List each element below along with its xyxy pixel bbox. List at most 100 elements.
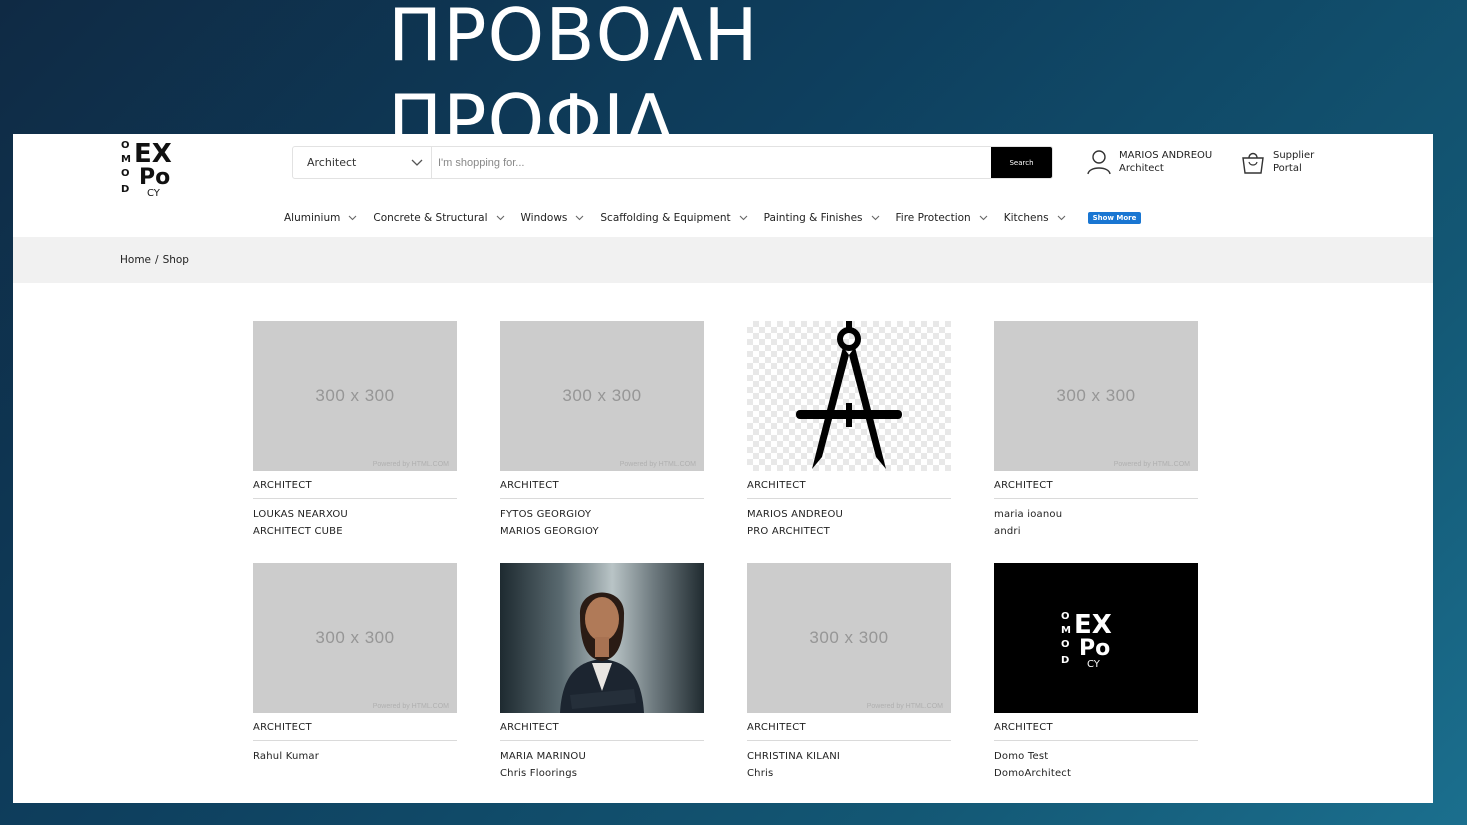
- chevron-down-icon: [979, 215, 988, 221]
- card-company: andri: [994, 526, 1021, 537]
- compass-image[interactable]: [747, 321, 951, 471]
- person-portrait-icon: [560, 592, 644, 713]
- profile-card[interactable]: ARCHITECT MARIA MARINOU Chris Floorings: [500, 563, 704, 786]
- card-category: ARCHITECT: [253, 722, 312, 733]
- svg-text:O: O: [1061, 639, 1070, 650]
- nav-item-label: Painting & Finishes: [763, 212, 863, 224]
- placeholder-image[interactable]: 300 x 300 Powered by HTML.COM: [253, 563, 457, 713]
- user-account[interactable]: MARIOS ANDREOU Architect: [1087, 149, 1212, 175]
- profile-card[interactable]: 300 x 300 Powered by HTML.COM ARCHITECT …: [994, 321, 1198, 544]
- placeholder-image[interactable]: 300 x 300 Powered by HTML.COM: [994, 321, 1198, 471]
- chevron-down-icon: [575, 215, 584, 221]
- svg-text:M: M: [121, 154, 131, 165]
- chevron-down-icon: [411, 159, 423, 166]
- user-name: MARIOS ANDREOU: [1119, 150, 1213, 161]
- card-category: ARCHITECT: [747, 722, 806, 733]
- card-category: ARCHITECT: [747, 480, 806, 491]
- placeholder-size-text: 300 x 300: [315, 386, 395, 405]
- svg-text:Po: Po: [139, 165, 170, 190]
- svg-text:O: O: [121, 168, 130, 179]
- chevron-down-icon: [871, 215, 880, 221]
- nav-item-scaffolding-equipment[interactable]: Scaffolding & Equipment: [600, 212, 747, 224]
- portrait-photo[interactable]: [500, 563, 704, 713]
- supplier-portal-link[interactable]: Supplier Portal: [1241, 149, 1314, 175]
- card-category: ARCHITECT: [994, 722, 1053, 733]
- breadcrumb-separator: /: [155, 254, 159, 266]
- card-company: Chris Floorings: [500, 768, 578, 779]
- placeholder-image[interactable]: 300 x 300 Powered by HTML.COM: [253, 321, 457, 471]
- nav-item-kitchens[interactable]: Kitchens: [1004, 212, 1066, 224]
- svg-text:D: D: [121, 184, 129, 195]
- profile-card[interactable]: 300 x 300 Powered by HTML.COM ARCHITECT …: [500, 321, 704, 544]
- breadcrumb-current: Shop: [162, 254, 189, 266]
- show-more-button[interactable]: Show More: [1087, 212, 1142, 224]
- card-divider: [994, 498, 1198, 499]
- placeholder-powered-text: Powered by HTML.COM: [866, 703, 943, 710]
- card-company: Chris: [747, 768, 774, 779]
- svg-text:CY: CY: [1087, 659, 1101, 670]
- card-name[interactable]: FYTOS GEORGIOY: [500, 509, 704, 520]
- placeholder-size-text: 300 x 300: [1056, 386, 1136, 405]
- nav-item-label: Kitchens: [1003, 212, 1049, 224]
- card-name[interactable]: maria ioanou: [994, 509, 1198, 520]
- card-name[interactable]: MARIOS ANDREOU: [747, 509, 951, 520]
- drafting-compass-icon: [796, 321, 902, 469]
- profile-grid: 300 x 300 Powered by HTML.COM ARCHITECT …: [253, 321, 1198, 786]
- card-divider: [253, 498, 457, 499]
- search-button[interactable]: Search: [991, 147, 1052, 178]
- card-name[interactable]: CHRISTINA KILANI: [747, 751, 951, 762]
- supplier-line1: Supplier: [1273, 150, 1315, 161]
- placeholder-size-text: 300 x 300: [809, 628, 889, 647]
- nav-item-aluminium[interactable]: Aluminium: [284, 212, 357, 224]
- nav-item-concrete-structural[interactable]: Concrete & Structural: [373, 212, 504, 224]
- card-company: PRO ARCHITECT: [747, 526, 830, 537]
- domo-expo-logo[interactable]: O M O D EX Po CY: [121, 136, 191, 198]
- placeholder-image[interactable]: 300 x 300 Powered by HTML.COM: [500, 321, 704, 471]
- profile-card[interactable]: ARCHITECT MARIOS ANDREOU PRO ARCHITECT: [747, 321, 951, 544]
- category-select[interactable]: Architect: [293, 147, 432, 178]
- card-divider: [253, 740, 457, 741]
- card-category: ARCHITECT: [500, 722, 559, 733]
- card-company: DomoArchitect: [994, 768, 1072, 779]
- user-icon: [1087, 150, 1111, 175]
- placeholder-image[interactable]: 300 x 300 Powered by HTML.COM: [747, 563, 951, 713]
- placeholder-powered-text: Powered by HTML.COM: [1113, 461, 1190, 468]
- nav-item-painting-finishes[interactable]: Painting & Finishes: [764, 212, 880, 224]
- logo-image[interactable]: O M O D EX Po CY: [994, 563, 1198, 713]
- card-name[interactable]: MARIA MARINOU: [500, 751, 704, 762]
- card-name[interactable]: Domo Test: [994, 751, 1198, 762]
- slide-title-line1: ΠΡΟΒΟΛΗ: [388, 0, 759, 77]
- nav-item-windows[interactable]: Windows: [521, 212, 585, 224]
- nav-item-label: Concrete & Structural: [373, 212, 488, 224]
- domo-expo-logo: O M O D EX Po CY: [1061, 610, 1112, 670]
- svg-text:O: O: [121, 140, 130, 151]
- nav-item-fire-protection[interactable]: Fire Protection: [896, 212, 988, 224]
- search-input[interactable]: [432, 147, 991, 178]
- card-divider: [994, 740, 1198, 741]
- svg-text:D: D: [1061, 655, 1069, 666]
- user-role: Architect: [1119, 163, 1164, 174]
- svg-text:M: M: [1061, 625, 1071, 636]
- card-name[interactable]: LOUKAS NEARXOU: [253, 509, 457, 520]
- card-divider: [747, 498, 951, 499]
- profile-card[interactable]: O M O D EX Po CY ARCHITECT Domo Test Dom…: [994, 563, 1198, 786]
- svg-text:Po: Po: [1079, 636, 1110, 661]
- chevron-down-icon: [739, 215, 748, 221]
- nav-item-label: Fire Protection: [895, 212, 971, 224]
- breadcrumb-home[interactable]: Home: [120, 254, 151, 266]
- category-select-value: Architect: [307, 156, 357, 169]
- card-category: ARCHITECT: [500, 480, 559, 491]
- supplier-line2: Portal: [1273, 163, 1302, 174]
- profile-card[interactable]: 300 x 300 Powered by HTML.COM ARCHITECT …: [253, 321, 457, 544]
- svg-text:CY: CY: [147, 188, 161, 198]
- profile-card[interactable]: 300 x 300 Powered by HTML.COM ARCHITECT …: [747, 563, 951, 786]
- placeholder-size-text: 300 x 300: [315, 628, 395, 647]
- card-divider: [747, 740, 951, 741]
- shopping-bag-icon: [1242, 152, 1264, 174]
- chevron-down-icon: [1057, 215, 1066, 221]
- profile-card[interactable]: 300 x 300 Powered by HTML.COM ARCHITECT …: [253, 563, 457, 786]
- chevron-down-icon: [496, 215, 505, 221]
- website-screenshot: O M O D EX Po CY Architect Search MARIOS…: [13, 134, 1433, 803]
- card-name[interactable]: Rahul Kumar: [253, 751, 457, 762]
- card-company: MARIOS GEORGIOY: [500, 526, 599, 537]
